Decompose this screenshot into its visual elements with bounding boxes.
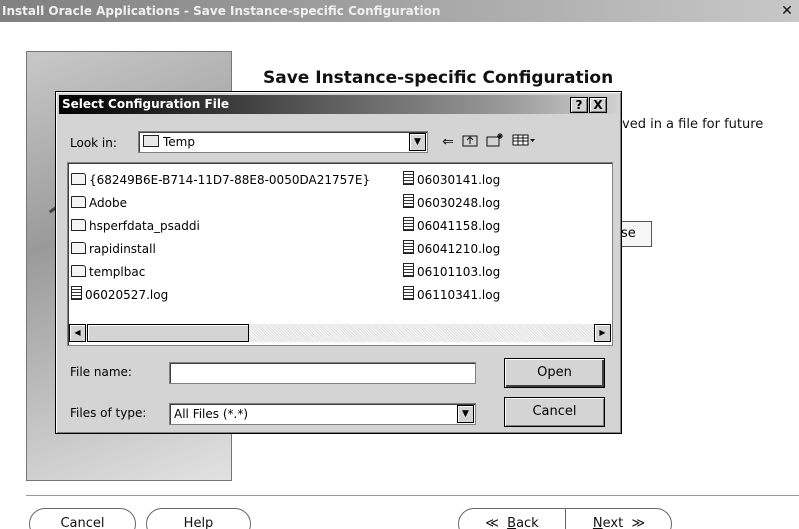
- view-menu-icon[interactable]: [511, 133, 537, 151]
- look-in-label: Look in:: [70, 136, 117, 150]
- folder-icon: [71, 196, 86, 208]
- file-name: 06101103.log: [417, 265, 501, 279]
- folder-open-icon: [143, 135, 159, 147]
- horizontal-scrollbar[interactable]: ◀ ▶: [69, 324, 611, 342]
- list-item[interactable]: rapidinstall: [71, 238, 370, 261]
- chevron-down-icon[interactable]: ▼: [409, 133, 426, 151]
- back-mnemonic: B: [507, 516, 517, 529]
- list-item[interactable]: templbac: [71, 261, 370, 284]
- file-name: 06020527.log: [85, 288, 169, 302]
- file-name-label: File name:: [70, 365, 132, 379]
- list-item[interactable]: 06110341.log: [403, 284, 500, 307]
- list-item[interactable]: Adobe: [71, 192, 370, 215]
- up-folder-icon[interactable]: [461, 133, 479, 151]
- back-chevron-icon: ≪: [485, 516, 499, 529]
- window-close-icon[interactable]: ✕: [779, 3, 795, 19]
- log-file-icon: [71, 286, 82, 300]
- next-label: ext: [602, 516, 624, 529]
- scrollbar-thumb[interactable]: [87, 324, 249, 342]
- wizard-back-button[interactable]: ≪ Back: [459, 509, 566, 529]
- log-file-icon: [403, 263, 414, 277]
- files-of-type-value: All Files (*.*): [174, 407, 249, 421]
- file-name: Adobe: [89, 196, 127, 210]
- dialog-title-bar: Select Configuration File: [59, 95, 618, 114]
- file-name: 06030248.log: [417, 196, 501, 210]
- open-button[interactable]: Open: [504, 358, 605, 388]
- list-item[interactable]: {68249B6E-B714-11D7-88E8-0050DA21757E}: [71, 169, 370, 192]
- chevron-down-icon[interactable]: ▼: [457, 405, 474, 423]
- dialog-help-button[interactable]: ?: [570, 97, 588, 113]
- wizard-nav-group: ≪ Back Next ≫: [458, 508, 672, 529]
- log-file-icon: [403, 194, 414, 208]
- folder-icon: [71, 242, 86, 254]
- log-file-icon: [403, 171, 414, 185]
- dialog-title: Select Configuration File: [62, 97, 230, 111]
- files-of-type-select[interactable]: All Files (*.*) ▼: [169, 403, 476, 425]
- log-file-icon: [403, 240, 414, 254]
- back-arrow-icon[interactable]: ⇐: [439, 133, 457, 151]
- next-chevron-icon: ≫: [631, 516, 646, 529]
- wizard-next-button[interactable]: Next ≫: [567, 509, 671, 529]
- browse-button[interactable]: se: [618, 221, 652, 247]
- select-file-dialog: Select Configuration File ? X Look in: T…: [55, 91, 622, 434]
- list-item[interactable]: hsperfdata_psaddi: [71, 215, 370, 238]
- file-name: rapidinstall: [89, 242, 156, 256]
- look-in-value: Temp: [143, 135, 195, 149]
- file-list[interactable]: {68249B6E-B714-11D7-88E8-0050DA21757E} A…: [67, 162, 613, 346]
- list-item[interactable]: 06030248.log: [403, 192, 500, 215]
- dialog-close-button[interactable]: X: [589, 97, 607, 113]
- look-in-text: Temp: [163, 135, 195, 149]
- folder-icon: [71, 219, 86, 231]
- look-in-select[interactable]: Temp ▼: [138, 131, 428, 153]
- wizard-cancel-button[interactable]: Cancel: [29, 508, 136, 529]
- back-label: ack: [516, 516, 539, 529]
- wizard-description: ved in a file for future: [622, 117, 764, 132]
- next-mnemonic: N: [592, 516, 603, 529]
- list-item[interactable]: 06030141.log: [403, 169, 500, 192]
- footer-divider: [26, 495, 799, 496]
- folder-icon: [71, 173, 86, 185]
- file-name: 06030141.log: [417, 173, 501, 187]
- file-name: 06041158.log: [417, 219, 501, 233]
- files-of-type-label: Files of type:: [70, 406, 147, 420]
- wizard-help-button[interactable]: Help: [146, 508, 251, 529]
- folder-icon: [71, 265, 86, 277]
- list-item[interactable]: 06041158.log: [403, 215, 500, 238]
- log-file-icon: [403, 217, 414, 231]
- list-item[interactable]: 06020527.log: [71, 284, 370, 307]
- file-list-column-1: {68249B6E-B714-11D7-88E8-0050DA21757E} A…: [71, 169, 370, 307]
- wizard-heading: Save Instance-specific Configuration: [263, 68, 614, 88]
- new-folder-icon[interactable]: [485, 133, 505, 151]
- file-name: {68249B6E-B714-11D7-88E8-0050DA21757E}: [89, 173, 371, 187]
- file-name: hsperfdata_psaddi: [89, 219, 200, 233]
- log-file-icon: [403, 286, 414, 300]
- window-title: Install Oracle Applications - Save Insta…: [2, 4, 441, 18]
- file-name-input[interactable]: [169, 362, 476, 384]
- file-list-column-2: 06030141.log 06030248.log 06041158.log 0…: [403, 169, 500, 307]
- file-name: 06041210.log: [417, 242, 501, 256]
- file-name: templbac: [89, 265, 146, 279]
- scroll-left-icon[interactable]: ◀: [69, 324, 86, 342]
- list-item[interactable]: 06101103.log: [403, 261, 500, 284]
- scroll-right-icon[interactable]: ▶: [594, 324, 611, 342]
- list-item[interactable]: 06041210.log: [403, 238, 500, 261]
- window-title-bar: Install Oracle Applications - Save Insta…: [0, 0, 799, 22]
- file-name: 06110341.log: [417, 288, 501, 302]
- dialog-cancel-button[interactable]: Cancel: [504, 397, 605, 427]
